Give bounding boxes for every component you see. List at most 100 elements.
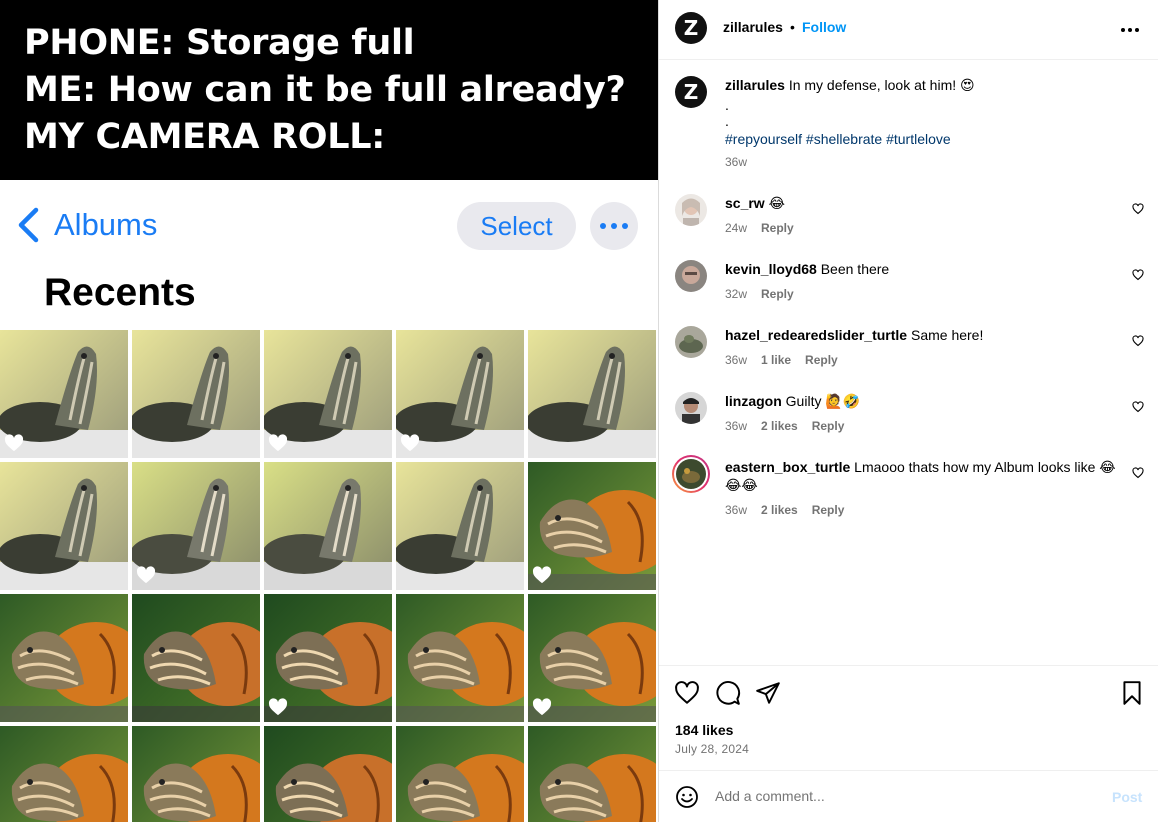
post-date: July 28, 2024 bbox=[675, 742, 749, 756]
comment-time: 24w bbox=[725, 221, 748, 235]
like-comment-icon[interactable] bbox=[1132, 335, 1144, 347]
comment-username[interactable]: sc_rw bbox=[725, 195, 765, 211]
share-icon[interactable] bbox=[755, 680, 781, 706]
post-comment-button[interactable]: Post bbox=[1112, 789, 1142, 805]
photo-thumbnail bbox=[396, 726, 524, 822]
chevron-left-icon bbox=[18, 207, 39, 243]
photo-thumbnail bbox=[132, 594, 260, 722]
comment-text: hazel_redearedslider_turtle Same here! bbox=[725, 326, 1125, 344]
favorite-heart-icon bbox=[268, 698, 288, 716]
commenter-avatar[interactable] bbox=[675, 392, 707, 424]
comment-meta: 36w 1 like Reply bbox=[725, 352, 838, 368]
comments-list[interactable]: Z zillarules In my defense, look at him!… bbox=[659, 60, 1158, 665]
reply-button[interactable]: Reply bbox=[812, 503, 845, 517]
post-actions: 184 likes July 28, 2024 bbox=[659, 665, 1158, 770]
post-sidebar: Z zillarules • Follow Z zillarules In my… bbox=[658, 0, 1158, 822]
more-options-icon[interactable] bbox=[1121, 20, 1141, 40]
comment-time: 32w bbox=[725, 287, 748, 301]
comment-meta: 36w 2 likes Reply bbox=[725, 502, 844, 518]
photo-thumbnail bbox=[264, 594, 392, 722]
comment-meta: 24w Reply bbox=[725, 220, 794, 236]
photo-thumbnail bbox=[396, 594, 524, 722]
caption-line: PHONE: Storage full bbox=[24, 23, 415, 63]
separator-dot: • bbox=[790, 19, 795, 35]
comment-body: Guilty 🙋🤣 bbox=[785, 393, 861, 409]
like-icon[interactable] bbox=[674, 680, 700, 706]
comment-body: Same here! bbox=[910, 327, 984, 343]
reply-button[interactable]: Reply bbox=[761, 221, 794, 235]
photo-thumbnail bbox=[0, 330, 128, 458]
photo-thumbnail bbox=[132, 462, 260, 590]
photo-thumbnail bbox=[264, 726, 392, 822]
comment-time: 36w bbox=[725, 419, 748, 433]
photo-thumbnail bbox=[0, 594, 128, 722]
commenter-avatar[interactable] bbox=[675, 194, 707, 226]
favorite-heart-icon bbox=[532, 698, 552, 716]
photo-thumbnail bbox=[528, 462, 656, 590]
post-caption: zillarules In my defense, look at him! 😍 bbox=[725, 76, 1125, 94]
comment-likes[interactable]: 2 likes bbox=[761, 503, 798, 517]
photo-thumbnail bbox=[132, 726, 260, 822]
comment-likes[interactable]: 2 likes bbox=[761, 419, 798, 433]
reply-button[interactable]: Reply bbox=[761, 287, 794, 301]
photo-thumbnail bbox=[396, 462, 524, 590]
author-avatar[interactable]: Z bbox=[675, 76, 707, 108]
likes-count[interactable]: 184 likes bbox=[675, 722, 733, 738]
photo-thumbnail bbox=[0, 462, 128, 590]
follow-button[interactable]: Follow bbox=[802, 19, 846, 35]
comment-body: Been there bbox=[820, 261, 890, 277]
comment-username[interactable]: eastern_box_turtle bbox=[725, 459, 850, 475]
caption-text: In my defense, look at him! 😍 bbox=[788, 77, 975, 93]
more-options-icon bbox=[590, 202, 638, 250]
bookmark-icon[interactable] bbox=[1119, 680, 1145, 706]
caption-timestamp: 36w bbox=[725, 155, 748, 169]
post-modal: PHONE: Storage full ME: How can it be fu… bbox=[0, 0, 1158, 822]
author-username[interactable]: zillarules bbox=[723, 19, 783, 35]
comment-time: 36w bbox=[725, 353, 748, 367]
meme-caption: PHONE: Storage full ME: How can it be fu… bbox=[0, 0, 658, 180]
like-comment-icon[interactable] bbox=[1132, 401, 1144, 413]
reply-button[interactable]: Reply bbox=[805, 353, 838, 367]
like-comment-icon[interactable] bbox=[1132, 467, 1144, 479]
comment-icon[interactable] bbox=[715, 680, 741, 706]
favorite-heart-icon bbox=[136, 566, 156, 584]
emoji-icon[interactable] bbox=[675, 785, 699, 809]
commenter-avatar bbox=[676, 459, 706, 489]
photo-thumbnail bbox=[264, 462, 392, 590]
caption-username[interactable]: zillarules bbox=[725, 77, 785, 93]
comment-meta: 32w Reply bbox=[725, 286, 794, 302]
favorite-heart-icon bbox=[4, 434, 24, 452]
comment-username[interactable]: kevin_lloyd68 bbox=[725, 261, 817, 277]
favorite-heart-icon bbox=[400, 434, 420, 452]
like-comment-icon[interactable] bbox=[1132, 269, 1144, 281]
commenter-avatar[interactable] bbox=[675, 326, 707, 358]
caption-line: MY CAMERA ROLL: bbox=[24, 117, 385, 157]
photo-thumbnail bbox=[528, 330, 656, 458]
like-comment-icon[interactable] bbox=[1132, 203, 1144, 215]
comment-text: sc_rw 😂 bbox=[725, 194, 1125, 212]
author-avatar[interactable]: Z bbox=[675, 12, 707, 44]
photo-grid bbox=[0, 330, 658, 822]
caption-dot: . bbox=[725, 113, 729, 129]
commenter-avatar[interactable] bbox=[675, 260, 707, 292]
photo-thumbnail bbox=[0, 726, 128, 822]
comment-text: eastern_box_turtle Lmaooo thats how my A… bbox=[725, 458, 1125, 494]
story-ring[interactable] bbox=[672, 455, 710, 493]
recents-title: Recents bbox=[44, 271, 196, 314]
select-button: Select bbox=[457, 202, 576, 250]
add-comment-bar: Post bbox=[659, 770, 1158, 822]
comment-text: linzagon Guilty 🙋🤣 bbox=[725, 392, 1125, 410]
photo-thumbnail bbox=[528, 726, 656, 822]
caption-hashtags[interactable]: #repyourself #shellebrate #turtlelove bbox=[725, 130, 1125, 148]
comment-text: kevin_lloyd68 Been there bbox=[725, 260, 1125, 278]
caption-line: ME: How can it be full already? bbox=[24, 70, 626, 110]
comment-likes[interactable]: 1 like bbox=[761, 353, 791, 367]
comment-input[interactable] bbox=[715, 788, 1095, 804]
photo-thumbnail bbox=[396, 330, 524, 458]
comment-username[interactable]: linzagon bbox=[725, 393, 782, 409]
reply-button[interactable]: Reply bbox=[812, 419, 845, 433]
photo-thumbnail bbox=[264, 330, 392, 458]
comment-username[interactable]: hazel_redearedslider_turtle bbox=[725, 327, 907, 343]
favorite-heart-icon bbox=[532, 566, 552, 584]
comment-body: 😂 bbox=[768, 195, 785, 211]
